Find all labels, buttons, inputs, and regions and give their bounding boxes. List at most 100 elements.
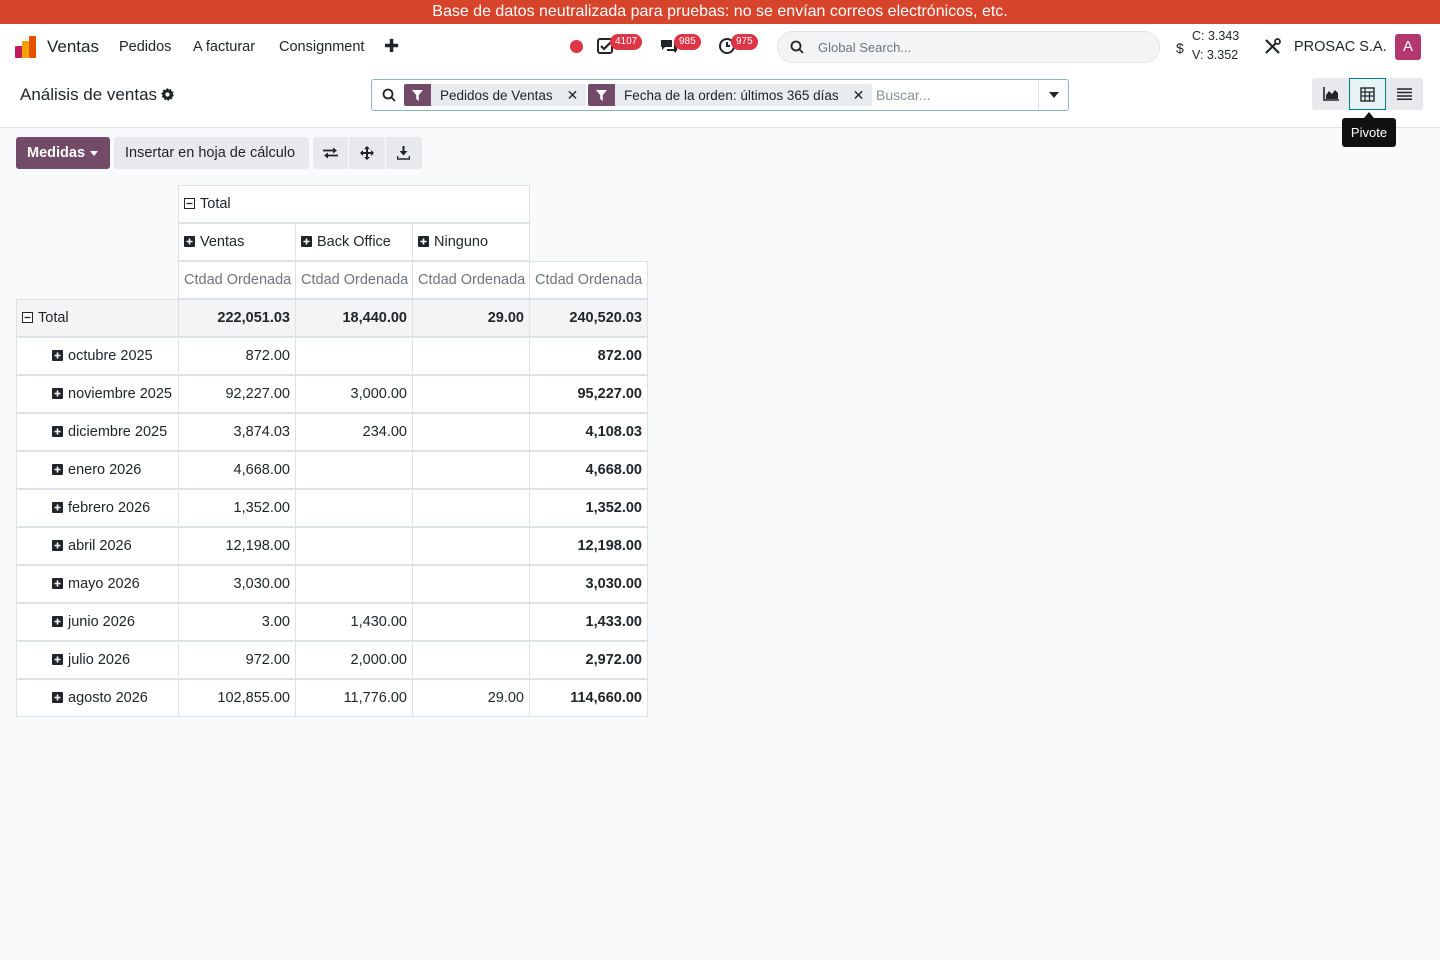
measure-header[interactable]: Ctdad Ordenada xyxy=(295,261,413,299)
measure-header[interactable]: Ctdad Ordenada xyxy=(178,261,296,299)
remove-facet-icon[interactable]: ✕ xyxy=(853,87,865,104)
col-header-label: Back Office xyxy=(317,234,391,250)
col-header-ninguno[interactable]: Ninguno xyxy=(412,223,530,261)
total-cell[interactable]: 240,520.03 xyxy=(529,299,648,337)
row-total-cell[interactable]: 95,227.00 xyxy=(529,375,648,413)
row-total-cell[interactable]: 12,198.00 xyxy=(529,527,648,565)
global-search-input[interactable] xyxy=(818,32,1148,62)
col-header-back-office[interactable]: Back Office xyxy=(295,223,413,261)
menu-consignment[interactable]: Consignment xyxy=(279,39,364,55)
remove-facet-icon[interactable]: ✕ xyxy=(567,87,579,104)
value-cell[interactable]: 1,352.00 xyxy=(178,489,296,527)
gear-icon[interactable] xyxy=(161,88,174,101)
tools-icon[interactable] xyxy=(1264,38,1281,55)
value-cell[interactable]: 4,668.00 xyxy=(178,451,296,489)
value-cell[interactable] xyxy=(412,413,530,451)
list-view-button[interactable] xyxy=(1386,78,1423,110)
global-search[interactable] xyxy=(777,31,1160,63)
expand-icon xyxy=(52,426,63,437)
row-header-label: julio 2026 xyxy=(68,652,131,668)
search-input[interactable] xyxy=(876,80,1036,110)
value-cell[interactable]: 3,874.03 xyxy=(178,413,296,451)
measures-button[interactable]: Medidas xyxy=(16,137,110,169)
value-cell[interactable]: 3.00 xyxy=(178,603,296,641)
value-cell[interactable] xyxy=(295,489,413,527)
value-cell[interactable] xyxy=(295,527,413,565)
search-bar[interactable]: Pedidos de Ventas ✕ Fecha de la orden: ú… xyxy=(371,79,1069,111)
col-header-ventas[interactable]: Ventas xyxy=(178,223,296,261)
total-cell[interactable]: 222,051.03 xyxy=(178,299,296,337)
row-header-month[interactable]: octubre 2025 xyxy=(16,337,179,375)
value-cell[interactable]: 29.00 xyxy=(412,679,530,717)
value-cell[interactable] xyxy=(295,337,413,375)
row-header-month[interactable]: junio 2026 xyxy=(16,603,179,641)
row-total-cell[interactable]: 114,660.00 xyxy=(529,679,648,717)
value-cell[interactable] xyxy=(412,451,530,489)
value-cell[interactable] xyxy=(412,375,530,413)
total-cell[interactable]: 18,440.00 xyxy=(295,299,413,337)
sales-app-icon[interactable] xyxy=(15,36,37,58)
row-header-month[interactable]: enero 2026 xyxy=(16,451,179,489)
value-cell[interactable]: 972.00 xyxy=(178,641,296,679)
value-cell[interactable] xyxy=(412,603,530,641)
row-total-cell[interactable]: 1,352.00 xyxy=(529,489,648,527)
row-header-month[interactable]: abril 2026 xyxy=(16,527,179,565)
value-cell[interactable]: 2,000.00 xyxy=(295,641,413,679)
new-menu-plus-icon[interactable]: ✚ xyxy=(384,36,399,57)
user-avatar[interactable]: A xyxy=(1395,34,1421,60)
menu-a-facturar[interactable]: A facturar xyxy=(193,39,255,55)
facet-label: Fecha de la orden: últimos 365 días xyxy=(624,87,839,103)
value-cell[interactable] xyxy=(412,337,530,375)
row-total-cell[interactable]: 3,030.00 xyxy=(529,565,648,603)
row-total-cell[interactable]: 4,668.00 xyxy=(529,451,648,489)
value-cell[interactable]: 102,855.00 xyxy=(178,679,296,717)
row-header-month[interactable]: diciembre 2025 xyxy=(16,413,179,451)
messages-badge: 985 xyxy=(674,34,701,50)
value-cell[interactable]: 92,227.00 xyxy=(178,375,296,413)
pivot-view-button[interactable] xyxy=(1349,78,1386,110)
row-total-cell[interactable]: 1,433.00 xyxy=(529,603,648,641)
row-header-month[interactable]: noviembre 2025 xyxy=(16,375,179,413)
row-header-label: diciembre 2025 xyxy=(68,424,168,440)
value-cell[interactable]: 1,430.00 xyxy=(295,603,413,641)
app-name[interactable]: Ventas xyxy=(47,37,99,57)
value-cell[interactable]: 3,000.00 xyxy=(295,375,413,413)
row-header-month[interactable]: julio 2026 xyxy=(16,641,179,679)
value-cell[interactable]: 12,198.00 xyxy=(178,527,296,565)
expand-icon xyxy=(52,578,63,589)
value-cell[interactable] xyxy=(412,527,530,565)
expand-all-button[interactable] xyxy=(349,137,386,169)
row-total-cell[interactable]: 2,972.00 xyxy=(529,641,648,679)
col-header-total[interactable]: Total xyxy=(178,185,530,223)
value-cell[interactable] xyxy=(412,489,530,527)
row-header-month[interactable]: mayo 2026 xyxy=(16,565,179,603)
value-cell[interactable]: 234.00 xyxy=(295,413,413,451)
row-header-label: mayo 2026 xyxy=(68,576,140,592)
measure-header[interactable]: Ctdad Ordenada xyxy=(412,261,530,299)
value-cell[interactable]: 3,030.00 xyxy=(178,565,296,603)
expand-icon xyxy=(52,388,63,399)
value-cell[interactable] xyxy=(412,565,530,603)
row-total-cell[interactable]: 872.00 xyxy=(529,337,648,375)
company-switcher[interactable]: PROSAC S.A. xyxy=(1294,39,1387,55)
activities-badge: 4107 xyxy=(610,34,643,50)
menu-pedidos[interactable]: Pedidos xyxy=(119,39,171,55)
recording-dot-icon[interactable] xyxy=(570,40,583,53)
flip-axis-button[interactable] xyxy=(313,137,350,169)
value-cell[interactable]: 872.00 xyxy=(178,337,296,375)
total-cell[interactable]: 29.00 xyxy=(412,299,530,337)
row-total-cell[interactable]: 4,108.03 xyxy=(529,413,648,451)
download-button[interactable] xyxy=(385,137,422,169)
graph-view-button[interactable] xyxy=(1312,78,1349,110)
search-options-toggle[interactable] xyxy=(1038,80,1068,110)
value-cell[interactable] xyxy=(412,641,530,679)
insert-spreadsheet-button[interactable]: Insertar en hoja de cálculo xyxy=(114,137,309,169)
value-cell[interactable] xyxy=(295,565,413,603)
measure-header[interactable]: Ctdad Ordenada xyxy=(529,261,648,299)
row-header-month[interactable]: agosto 2026 xyxy=(16,679,179,717)
value-cell[interactable] xyxy=(295,451,413,489)
row-header-total[interactable]: Total xyxy=(16,299,179,337)
value-cell[interactable]: 11,776.00 xyxy=(295,679,413,717)
clock-badge: 975 xyxy=(731,34,758,50)
row-header-month[interactable]: febrero 2026 xyxy=(16,489,179,527)
